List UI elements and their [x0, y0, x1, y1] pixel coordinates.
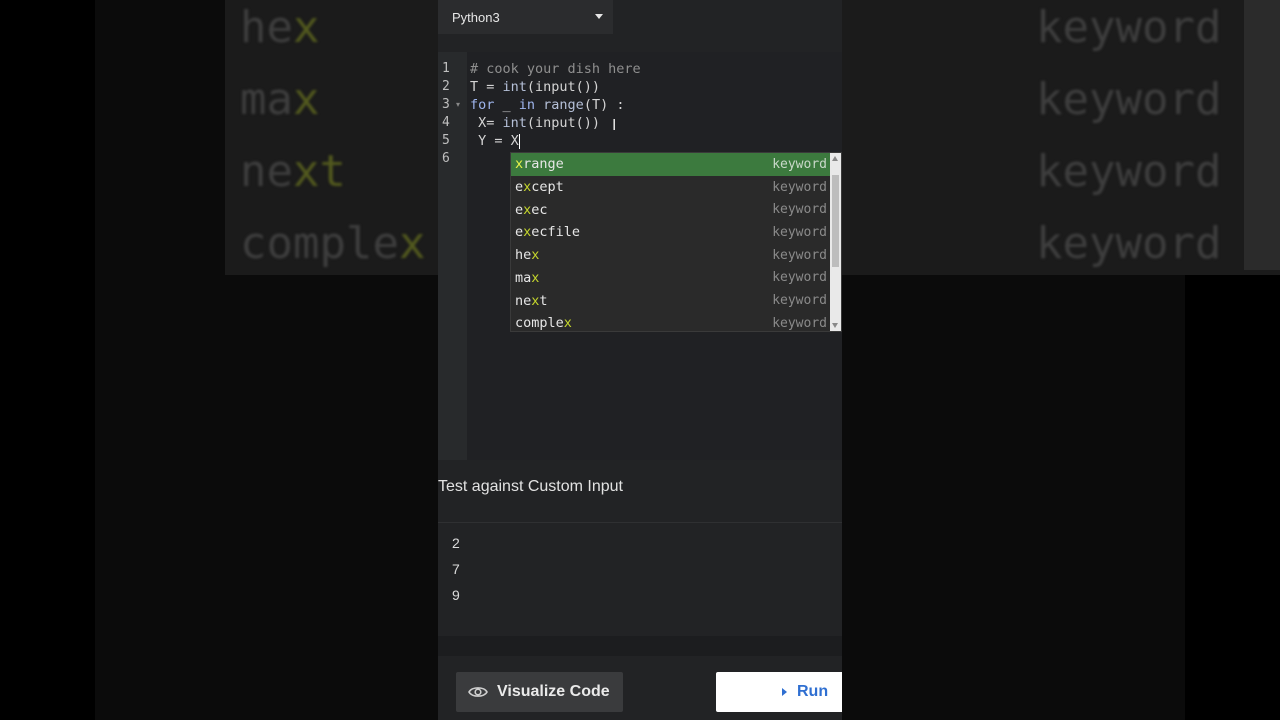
language-select-value: Python3: [452, 9, 500, 25]
background-word: hex: [240, 2, 320, 53]
text-cursor: [518, 133, 520, 149]
custom-input-title[interactable]: Test against Custom Input: [438, 478, 623, 496]
code-editor-app: Python3 1 2 3 ▾ 4 5 6 # cook your dish h…: [438, 0, 842, 720]
autocomplete-item[interactable]: next keyword: [511, 289, 831, 312]
visualize-code-button[interactable]: Visualize Code: [456, 672, 623, 712]
scrollbar-thumb[interactable]: [832, 175, 839, 267]
visualize-code-label: Visualize Code: [497, 683, 610, 700]
scroll-up-icon[interactable]: [832, 156, 838, 161]
autocomplete-item[interactable]: exec keyword: [511, 198, 831, 221]
autocomplete-item[interactable]: execfile keyword: [511, 221, 831, 244]
line-number: 4: [442, 115, 450, 130]
mouse-ibeam-icon: I: [612, 116, 617, 134]
play-icon: [782, 688, 787, 696]
chevron-down-icon: [595, 14, 603, 19]
background-word: next: [240, 146, 346, 197]
line-number: 2: [442, 79, 450, 94]
run-button[interactable]: Run: [716, 672, 842, 712]
code-line: # cook your dish here: [470, 61, 641, 77]
divider: [438, 522, 842, 523]
line-number: 5: [442, 133, 450, 148]
custom-input-line[interactable]: 7: [452, 561, 460, 577]
code-line: X= int(input()): [470, 115, 601, 131]
autocomplete-item[interactable]: hex keyword: [511, 244, 831, 267]
scroll-down-icon[interactable]: [832, 323, 838, 328]
code-line: T = int(input()): [470, 79, 601, 95]
autocomplete-popup: xrange keyword except keyword exec keywo…: [510, 152, 842, 332]
background-keyword-label: keyword: [1036, 218, 1222, 269]
line-number: 6: [442, 151, 450, 166]
autocomplete-item[interactable]: complex keyword: [511, 312, 831, 335]
code-line: for _ in range(T) :: [470, 97, 625, 113]
autocomplete-item[interactable]: xrange keyword: [511, 153, 831, 176]
autocomplete-scrollbar[interactable]: [830, 153, 841, 331]
background-word: max: [240, 74, 320, 125]
background-word: complex: [240, 218, 426, 269]
autocomplete-item[interactable]: max keyword: [511, 267, 831, 290]
background-scrollbar: [1244, 0, 1280, 270]
fold-arrow-icon[interactable]: ▾: [456, 100, 460, 109]
custom-input-line[interactable]: 9: [452, 587, 460, 603]
panel-strip: [438, 636, 842, 656]
autocomplete-item[interactable]: except keyword: [511, 176, 831, 199]
code-line-active: Y = X: [470, 133, 520, 149]
line-number: 1: [442, 61, 450, 76]
line-number-gutter: [438, 52, 467, 460]
eye-icon: [468, 687, 488, 697]
language-select[interactable]: Python3: [438, 0, 613, 34]
background-keyword-label: keyword: [1036, 2, 1222, 53]
background-keyword-label: keyword: [1036, 74, 1222, 125]
custom-input-line[interactable]: 2: [452, 535, 460, 551]
run-label: Run: [797, 683, 829, 700]
background-keyword-label: keyword: [1036, 146, 1222, 197]
